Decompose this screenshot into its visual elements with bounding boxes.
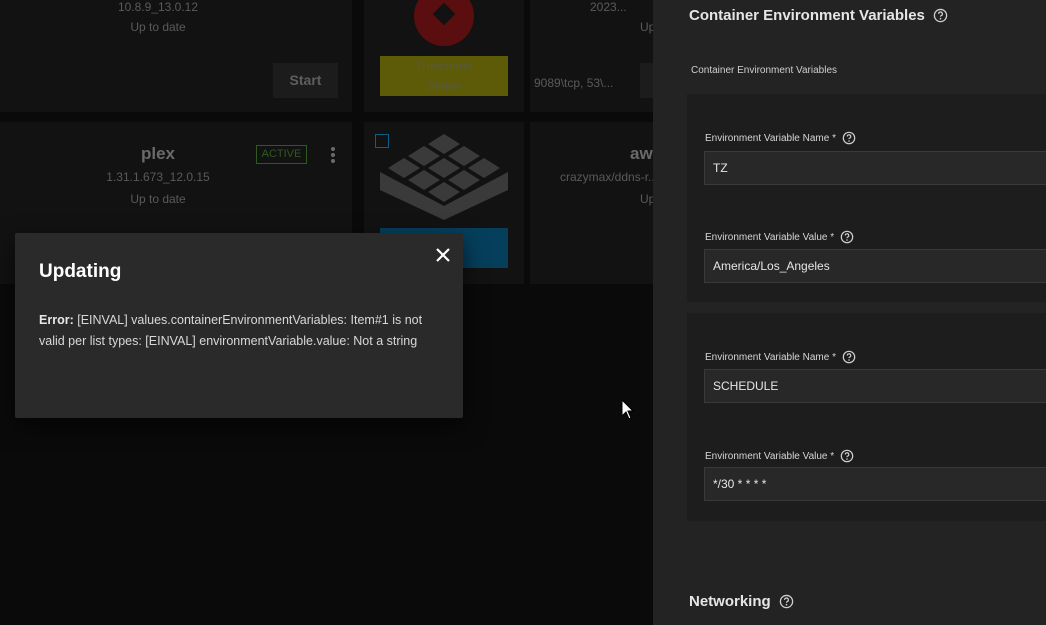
train-tag: Stable (380, 76, 508, 96)
section-title-text: Container Environment Variables (689, 7, 925, 24)
help-icon[interactable] (842, 350, 856, 364)
catalog-tag: Truecharts (380, 56, 508, 76)
networking-section-title: Networking (689, 593, 794, 610)
field-label: Environment Variable Value * (705, 230, 854, 244)
app-name: aw... (630, 144, 653, 163)
status-badge: ACTIVE (256, 145, 307, 164)
app-logo-icon (380, 134, 508, 220)
app-version: 10.8.9_13.0.12 (117, 0, 199, 14)
start-button[interactable]: Start (273, 63, 338, 98)
app-card: aw... crazymax/ddns-r... Up... (530, 122, 653, 284)
error-prefix: Error: (39, 313, 74, 327)
close-icon[interactable] (432, 244, 454, 266)
truecharts-logo-icon (414, 0, 474, 46)
more-options-icon[interactable] (326, 145, 340, 165)
help-icon[interactable] (840, 230, 854, 244)
env-value-input[interactable] (704, 467, 1046, 501)
env-name-input[interactable] (704, 369, 1046, 403)
section-title: Container Environment Variables (689, 7, 948, 24)
env-var-item: Environment Variable Name * Environment … (687, 313, 1046, 521)
app-version: crazymax/ddns-r... (560, 170, 653, 184)
dialog-title: Updating (39, 261, 122, 282)
updating-dialog: Updating Error: [EINVAL] values.containe… (15, 233, 463, 418)
env-value-input[interactable] (704, 249, 1046, 283)
app-status: Up to date (130, 20, 186, 34)
app-version: 2023... (590, 0, 627, 14)
field-label: Environment Variable Name * (705, 131, 856, 145)
app-version: 1.31.1.673_12.0.15 (106, 170, 210, 184)
app-status: Up to date (130, 192, 186, 206)
env-var-item: Environment Variable Name * Environment … (687, 94, 1046, 302)
app-ports: 9089\tcp, 53\... (534, 76, 614, 90)
app-status: Up... (640, 20, 653, 34)
help-icon[interactable] (842, 131, 856, 145)
dialog-message: Error: [EINVAL] values.containerEnvironm… (39, 310, 439, 352)
help-icon[interactable] (840, 449, 854, 463)
list-label: Container Environment Variables (691, 65, 838, 76)
app-card: 2023... Up... 9089\tcp, 53\... (530, 0, 653, 112)
app-status: Up... (640, 192, 653, 206)
app-card: 10.8.9_13.0.12 Up to date Start (0, 0, 352, 112)
select-checkbox[interactable] (375, 134, 389, 148)
action-button[interactable] (640, 63, 653, 98)
env-name-input[interactable] (704, 151, 1046, 185)
mouse-cursor-icon (621, 399, 635, 420)
error-text: [EINVAL] values.containerEnvironmentVari… (39, 313, 423, 348)
help-icon[interactable] (779, 594, 794, 609)
app-form-panel: Container Environment Variables Containe… (653, 0, 1046, 625)
screen: 10.8.9_13.0.12 Up to date Start Truechar… (0, 0, 1046, 625)
help-icon[interactable] (933, 8, 948, 23)
networking-title-text: Networking (689, 593, 771, 610)
field-label: Environment Variable Name * (705, 350, 856, 364)
field-label: Environment Variable Value * (705, 449, 854, 463)
